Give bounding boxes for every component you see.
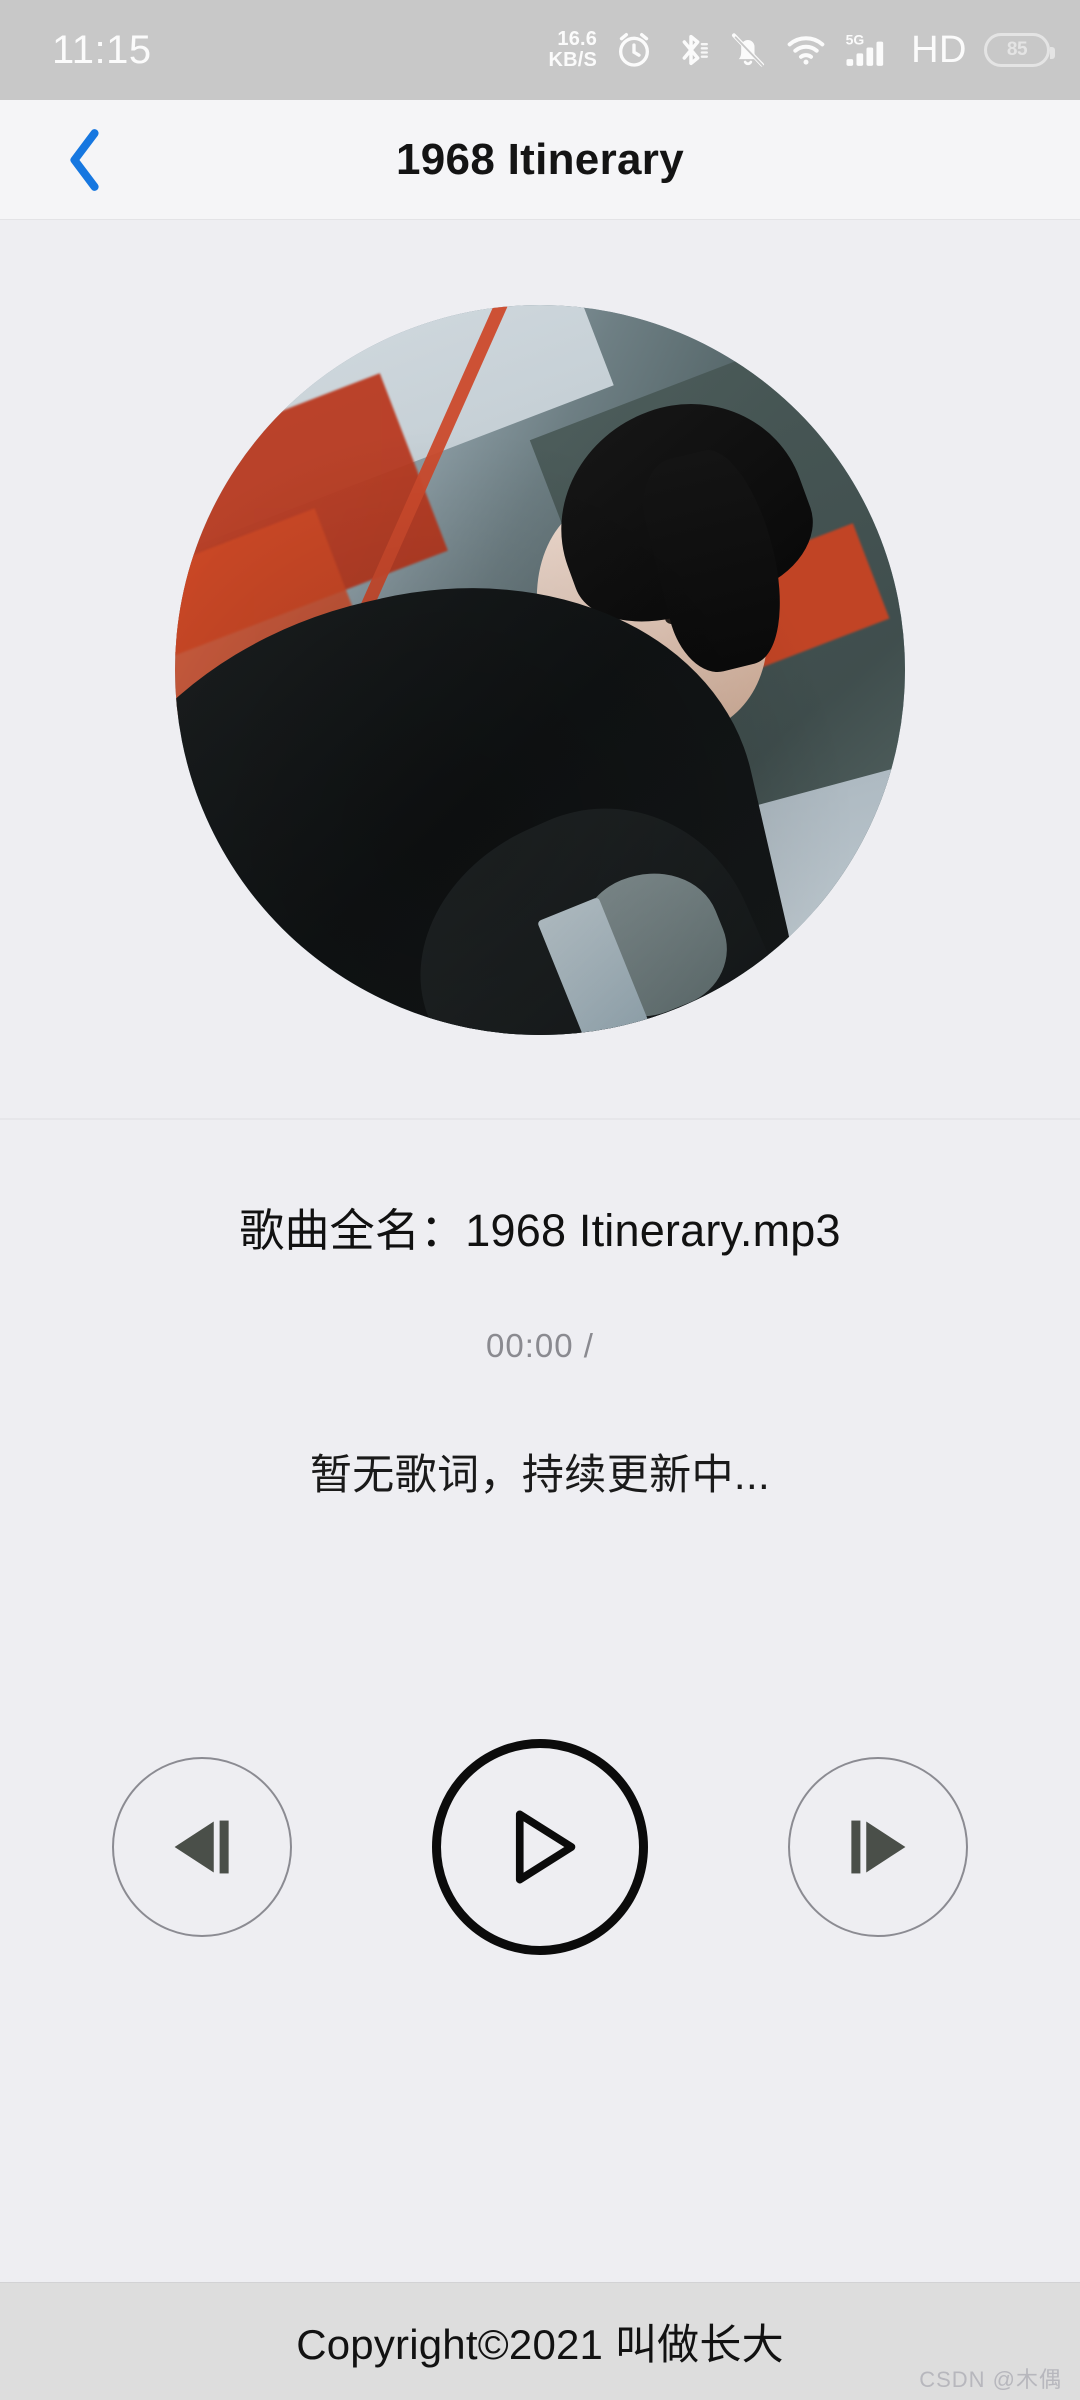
song-fullname-label: 歌曲全名：1968 Itinerary.mp3 — [239, 1205, 841, 1256]
back-button[interactable] — [30, 100, 140, 220]
song-info-section: 歌曲全名：1968 Itinerary.mp3 00:00 / 暂无歌词，持续更… — [0, 1120, 1080, 1502]
previous-track-button[interactable] — [112, 1757, 292, 1937]
phone-screen: 11:15 16.6 KB/S 5G HD 85 1968 Itinerary … — [0, 0, 1080, 2400]
copyright-text: Copyright©2021 叫做长大 — [296, 2321, 784, 2368]
status-icons-group: 16.6 KB/S 5G HD 85 — [549, 29, 1055, 71]
chevron-left-icon — [62, 125, 108, 195]
playback-time-display: 00:00 / — [486, 1327, 594, 1364]
play-pause-button[interactable] — [432, 1739, 648, 1955]
status-bar: 11:15 16.6 KB/S 5G HD 85 — [0, 0, 1080, 100]
title-bar: 1968 Itinerary — [0, 100, 1080, 220]
csdn-watermark: CSDN @木偶 — [919, 2367, 1062, 2392]
svg-text:5G: 5G — [846, 31, 865, 47]
album-photo — [175, 305, 905, 1035]
page-title: 1968 Itinerary — [396, 134, 684, 184]
bluetooth-icon — [671, 30, 711, 70]
mute-bell-icon — [728, 30, 768, 70]
album-art-image[interactable] — [175, 305, 905, 1035]
network-speed-unit: KB/S — [548, 49, 598, 71]
status-clock: 11:15 — [52, 27, 152, 72]
network-speed-value: 16.6 — [557, 28, 598, 50]
footer-bar: Copyright©2021 叫做长大 CSDN @木偶 — [0, 2282, 1080, 2400]
wifi-icon — [785, 30, 827, 70]
prev-track-icon — [155, 1800, 249, 1894]
lyrics-text: 暂无歌词，持续更新中... — [309, 1451, 771, 1498]
hd-indicator: HD — [911, 29, 967, 71]
album-art-section — [0, 220, 1080, 1120]
play-icon — [486, 1793, 594, 1901]
next-track-icon — [831, 1800, 925, 1894]
network-speed-indicator: 16.6 KB/S — [549, 29, 598, 71]
battery-icon: 85 — [984, 33, 1055, 67]
alarm-clock-icon — [614, 30, 654, 70]
battery-level-label: 85 — [1006, 39, 1028, 60]
signal-5g-icon: 5G — [844, 30, 894, 70]
next-track-button[interactable] — [788, 1757, 968, 1937]
playback-controls — [0, 1502, 1080, 2282]
